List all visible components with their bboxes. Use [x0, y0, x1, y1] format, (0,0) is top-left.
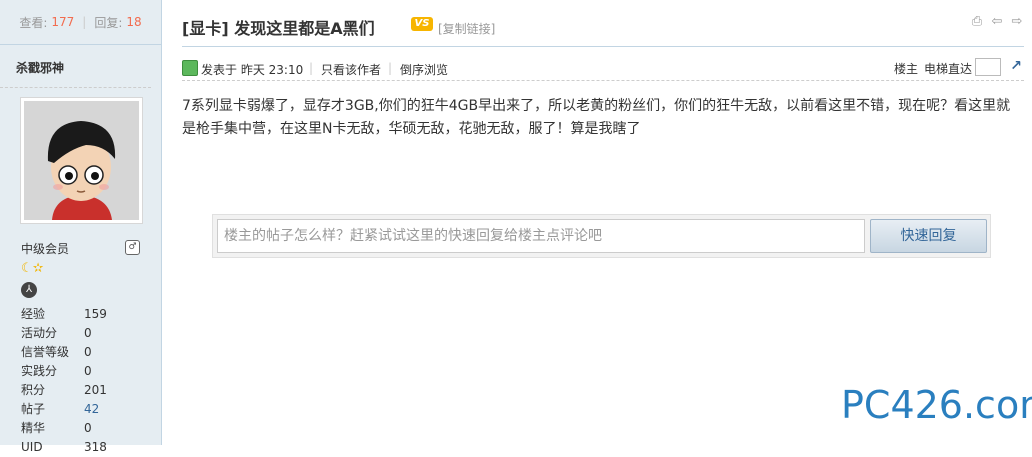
- profile-row: 信誉等级 0: [21, 343, 151, 362]
- reverse-order-link[interactable]: 倒序浏览: [400, 61, 448, 78]
- profile-label: 经验: [21, 307, 46, 321]
- site-watermark-logo: PC426.com: [841, 383, 1032, 427]
- replies-count: 18: [126, 15, 142, 29]
- online-status-icon: [182, 60, 198, 76]
- quick-reply-button[interactable]: 快速回复: [870, 219, 987, 253]
- floor-label: 楼主: [893, 62, 918, 76]
- prev-thread-icon[interactable]: ⇦: [990, 14, 1004, 29]
- info-divider: |: [388, 61, 393, 75]
- profile-row: 活动分 0: [21, 324, 151, 343]
- author-name[interactable]: 杀戳邪神: [0, 45, 151, 88]
- gender-icon: ♂: [125, 240, 140, 255]
- thread-tools: ⎙ ⇦ ⇨: [970, 14, 1024, 29]
- post-info-bar: 发表于 昨天 23:10 | 只看该作者 | 倒序浏览 楼主 电梯直达 ↗: [182, 56, 1024, 81]
- star-icon: ✫: [32, 261, 44, 276]
- stats-divider: |: [82, 15, 87, 29]
- print-icon[interactable]: ⎙: [970, 14, 984, 29]
- profile-label: 帖子: [21, 402, 46, 416]
- quick-reply-input[interactable]: 楼主的帖子怎么样？赶紧试试这里的快速回复给楼主点评论吧: [217, 219, 865, 253]
- post-main: [显卡] 发现这里都是A黑们 VS [复制链接] ⎙ ⇦ ⇨ 发表于 昨天 23…: [162, 0, 1032, 445]
- vs-badge-icon: VS: [411, 17, 433, 31]
- post-content: 7系列显卡弱爆了，显存才3GB,你们的狂牛4GB早出来了，所以老黄的粉丝们，你们…: [182, 98, 1011, 137]
- views-count: 177: [51, 15, 75, 29]
- post-time: 发表于 昨天 23:10: [201, 63, 304, 77]
- copy-link[interactable]: [复制链接]: [438, 20, 495, 37]
- rank-stars: ☾✫: [21, 261, 44, 277]
- profile-value: 159: [84, 307, 107, 321]
- avatar[interactable]: [20, 97, 143, 224]
- info-divider: |: [309, 61, 314, 75]
- quick-reply: 楼主的帖子怎么样？赶紧试试这里的快速回复给楼主点评论吧 快速回复: [212, 214, 991, 258]
- profile-row: 积分 201: [21, 381, 151, 400]
- profile-label: 积分: [21, 383, 46, 397]
- thread-title: [显卡] 发现这里都是A黑们: [182, 19, 375, 38]
- profile-label: 精华: [21, 421, 46, 435]
- profile-row: 帖子 42: [21, 400, 151, 419]
- profile-value: 0: [84, 364, 92, 378]
- profile-label: 实践分: [21, 364, 58, 378]
- medal-icon[interactable]: ⅄: [21, 282, 37, 298]
- profile-value: 0: [84, 345, 92, 359]
- author-sidebar: 查看: 177 | 回复: 18 杀戳邪神 中级会员 ♂ ☾✫ ⅄ 经验 159…: [0, 0, 162, 454]
- profile-label: 信誉等级: [21, 345, 70, 359]
- profile-value: 201: [84, 383, 107, 397]
- thread-stats: 查看: 177 | 回复: 18: [0, 0, 161, 45]
- profile-row: 精华 0: [21, 419, 151, 438]
- posts-count-link[interactable]: 42: [84, 400, 99, 419]
- go-floor-icon[interactable]: ↗: [1010, 58, 1022, 74]
- elevator-label: 电梯直达: [923, 62, 972, 76]
- next-thread-icon[interactable]: ⇨: [1010, 14, 1024, 29]
- profile-label: 活动分: [21, 326, 58, 340]
- only-author-link[interactable]: 只看该作者: [321, 61, 381, 78]
- author-profile: 经验 159 活动分 0 信誉等级 0 实践分 0 积分 201 帖子 42 精华 0 UID…: [21, 305, 151, 457]
- replies-label: 回复:: [94, 15, 123, 30]
- elevator-input[interactable]: [975, 58, 1001, 76]
- profile-value: 0: [84, 421, 92, 435]
- profile-label: UID: [21, 440, 43, 454]
- title-bar: [显卡] 发现这里都是A黑们 VS [复制链接] ⎙ ⇦ ⇨: [182, 0, 1024, 47]
- views-label: 查看:: [19, 15, 48, 30]
- member-group[interactable]: 中级会员: [21, 240, 69, 257]
- profile-row: 经验 159: [21, 305, 151, 324]
- profile-row: UID 318: [21, 438, 151, 457]
- avatar-image: [24, 101, 139, 220]
- profile-value: 318: [84, 440, 107, 454]
- profile-row: 实践分 0: [21, 362, 151, 381]
- profile-value: 0: [84, 326, 92, 340]
- moon-icon: ☾: [21, 261, 33, 276]
